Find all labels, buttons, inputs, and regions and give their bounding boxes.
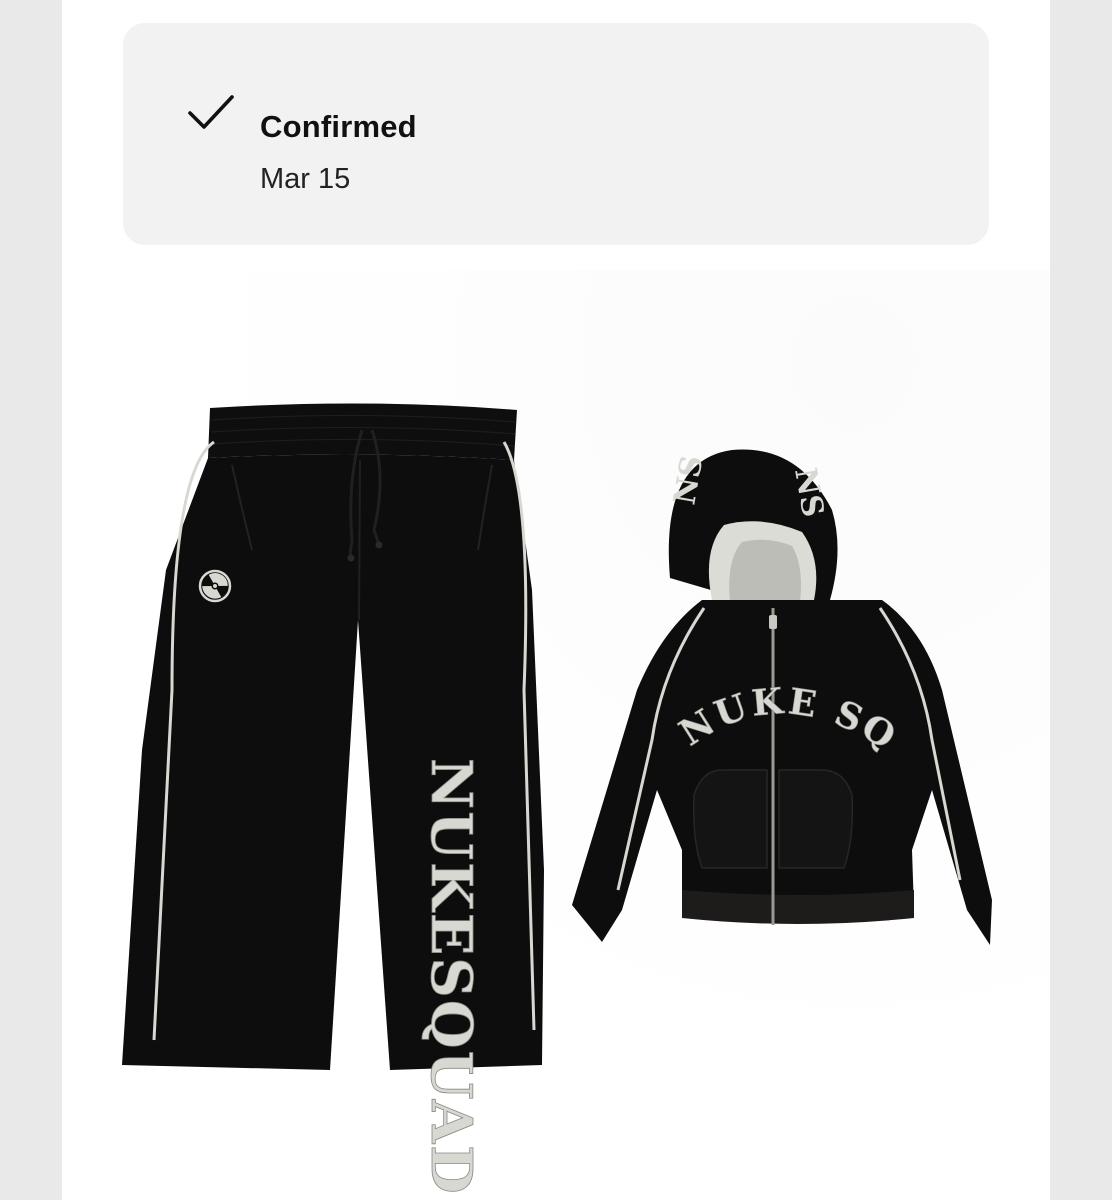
hoodie-hem [682,890,914,924]
pants-print: NUKESQUAD [418,758,484,1196]
status-label: Confirmed [260,109,417,144]
product-image[interactable]: NUKESQUAD NS NS NUKE SQ [62,270,1050,1200]
pants-illustration: NUKESQUAD [122,403,544,1196]
status-date: Mar 15 [260,163,351,195]
order-page: Confirmed Mar 15 NUKESQUAD NS NS NUKE SQ [62,0,1050,1200]
order-status-card: Confirmed Mar 15 [123,23,989,245]
checkmark-icon [188,95,234,129]
